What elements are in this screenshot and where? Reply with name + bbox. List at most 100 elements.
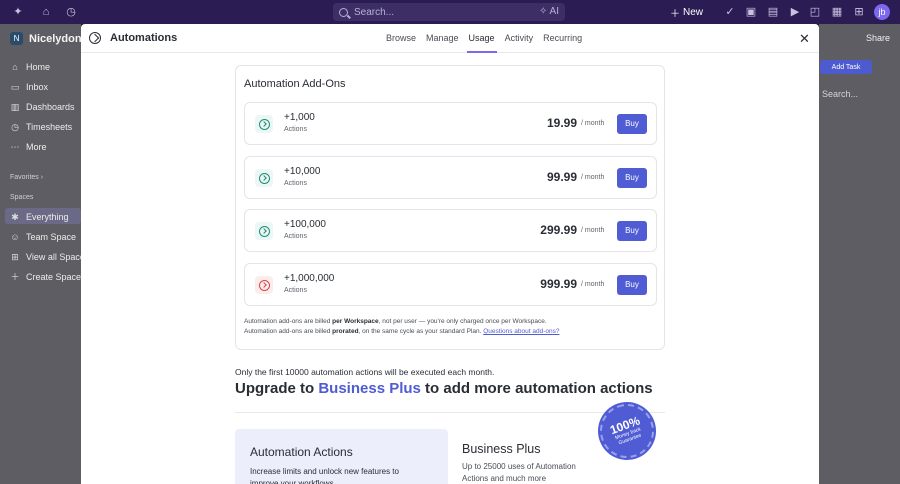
calendar-icon[interactable]: ▦ [830,5,844,19]
clock-icon[interactable]: ◷ [64,5,78,19]
add-task-button[interactable]: Add Task [820,60,872,74]
workspace-logo: N [10,32,23,45]
addons-title: Automation Add-Ons [244,78,346,90]
sidebar-item-dashboards[interactable]: ▥ Dashboards [10,102,75,112]
addon-row: +1,000 Actions 19.99 / month Buy [244,102,657,145]
addon-price: 299.99 [540,223,577,237]
buy-button[interactable]: Buy [617,114,647,134]
sidebar-item-inbox[interactable]: ▭ Inbox [10,82,48,92]
search-input[interactable]: Search... ✧ AI [333,3,565,21]
business-plus-title: Business Plus [462,442,541,456]
plus-icon: ＋ [670,8,680,20]
automation-actions-card: Automation Actions Increase limits and u… [235,429,448,484]
apps-icon[interactable]: ⊞ [852,5,866,19]
sidebar-item-timesheets[interactable]: ◷ Timesheets [10,122,72,132]
sidebar-item-view-all-spaces[interactable]: ⊞ View all Spaces [10,252,89,262]
upgrade-plan-name: Business Plus [318,380,421,397]
addon-amount: +1,000 [284,112,315,123]
usage-limit-text: Only the first 10000 automation actions … [235,367,495,377]
docs-icon[interactable]: ▤ [766,5,780,19]
buy-button[interactable]: Buy [617,275,647,295]
new-label: New [683,6,704,18]
automations-modal: Automations Browse Manage Usage Activity… [81,24,819,484]
sidebar-item-create-space[interactable]: ＋ Create Space [10,272,81,282]
modal-tabs: Browse Manage Usage Activity Recurring [386,24,592,53]
note-emphasis: per Workspace [332,318,379,325]
sidebar-item-more[interactable]: ⋯ More [10,142,47,152]
note-text: , not per user — you're only charged onc… [378,318,547,325]
tab-activity[interactable]: Activity [505,24,534,53]
ai-button[interactable]: ✧ AI [539,6,559,17]
addon-row: +1,000,000 Actions 999.99 / month Buy [244,263,657,306]
app-logo-icon[interactable]: ✦ [11,5,25,19]
tab-recurring[interactable]: Recurring [543,24,582,53]
favorites-header[interactable]: Favorites › [10,174,43,181]
add-task-label: Add Task [831,63,861,71]
dashboard-icon: ▥ [10,102,20,112]
addon-unit: Actions [284,126,307,133]
avatar[interactable]: jb [874,4,890,20]
billing-note-workspace: Automation add-ons are billed per Worksp… [244,318,547,325]
spaces-header: Spaces [10,194,33,201]
automation-addon-icon [255,169,273,187]
addon-price: 999.99 [540,277,577,291]
sidebar-item-label: Home [26,62,51,72]
tab-manage[interactable]: Manage [426,24,459,53]
check-circle-icon[interactable]: ✓ [723,5,737,19]
addon-unit: Actions [284,287,307,294]
addons-questions-link[interactable]: Questions about add-ons? [483,328,559,335]
addon-row: +10,000 Actions 99.99 / month Buy [244,156,657,199]
addon-price: 19.99 [546,116,577,130]
grid-icon: ⊞ [11,252,19,262]
ai-label: AI [549,6,559,17]
sidebar-item-label: View all Spaces [26,252,90,262]
sidebar-item-team-space[interactable]: ☺ Team Space [10,232,76,242]
video-icon[interactable]: ▶ [788,5,802,19]
buy-button[interactable]: Buy [617,168,647,188]
tab-browse[interactable]: Browse [386,24,416,53]
sidebar-item-label: Inbox [26,82,49,92]
divider [235,412,665,413]
upgrade-heading: Upgrade to Business Plus to add more aut… [235,380,653,397]
actions-card-title: Automation Actions [250,445,353,459]
upgrade-prefix: Upgrade to [235,380,319,397]
addon-amount: +1,000,000 [284,273,335,284]
background-search-input[interactable]: Search... [822,89,858,99]
addon-unit: Actions [284,180,307,187]
business-plus-desc: Up to 25000 uses of Automation Actions a… [462,462,576,483]
actions-card-desc: Increase limits and unlock new features … [250,467,399,484]
upgrade-suffix: to add more automation actions [420,380,653,397]
addon-price: 99.99 [546,170,577,184]
close-icon[interactable]: ✕ [799,32,810,45]
favorites-label: Favorites [10,174,39,181]
inbox-icon: ▭ [10,82,20,92]
note-emphasis: prorated [332,328,359,335]
spaces-label: Spaces [10,194,34,201]
addon-amount: +10,000 [284,166,321,177]
sidebar-item-label: Everything [26,212,69,222]
automation-icon [89,32,101,44]
notepad-icon[interactable]: ▣ [744,5,758,19]
home-icon[interactable]: ⌂ [39,5,53,19]
addon-per-month: / month [581,281,605,288]
new-button[interactable]: ＋ New [666,3,710,21]
addon-amount: +100,000 [284,219,326,230]
users-icon: ☺ [10,232,20,242]
share-button[interactable]: Share [866,33,890,43]
top-bar: ✦ ⌂ ◷ Search... ✧ AI ＋ New ✓ ▣ ▤ ▶ ◰ ▦ ⊞… [0,0,900,24]
sidebar-item-label: Dashboards [26,102,75,112]
note-text: Automation add-ons are billed [244,328,333,335]
sidebar-item-home[interactable]: ⌂ Home [10,62,50,72]
workspace-switcher[interactable]: N Nicelydone [10,32,88,45]
everything-icon: ✱ [11,212,19,222]
workspace-name: Nicelydone [29,32,88,45]
screenshot-icon[interactable]: ◰ [808,5,822,19]
money-back-badge: 100% Money back Guarantee [592,396,662,466]
automation-addon-icon [255,115,273,133]
sidebar-item-everything[interactable]: ✱ Everything [10,212,69,222]
tab-usage[interactable]: Usage [466,24,497,53]
modal-title: Automations [110,32,178,44]
sidebar-item-label: More [26,142,47,152]
addon-unit: Actions [284,233,307,240]
buy-button[interactable]: Buy [617,221,647,241]
